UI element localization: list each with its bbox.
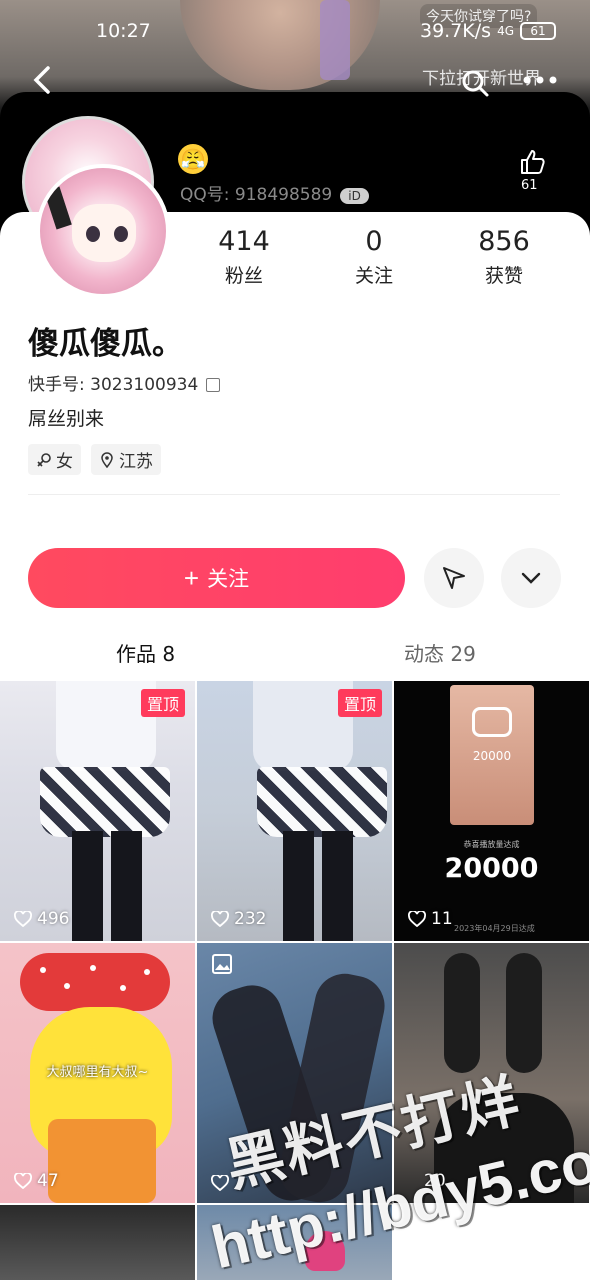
qq-number-text: QQ号: 918498589 [180,185,333,205]
follow-label: 关注 [207,568,250,591]
plaque-number: 20000 [472,749,512,763]
content-tabs: 作品 8 动态 29 [0,630,590,676]
mood-emoji-icon: 😤 [178,144,208,174]
thumb-up-button[interactable] [518,148,546,176]
like-count: 232 [211,909,266,929]
heart-icon [211,911,229,927]
more-icon [523,76,557,84]
avatar-eye [86,226,100,242]
heart-icon [14,911,32,927]
image-icon [212,954,232,974]
like-count-value: 232 [234,909,267,929]
share-button[interactable] [424,548,484,608]
plus-icon: + [183,563,200,593]
stat-label: 获赞 [484,265,523,287]
pinned-badge: 置顶 [337,689,382,717]
like-count-value: 496 [37,909,70,929]
gender-tag: 女 [28,444,81,475]
thumbnail-image [283,831,353,941]
like-count: 11 [408,909,453,929]
back-button[interactable] [30,64,60,100]
copy-icon[interactable] [206,378,221,392]
status-time: 10:27 [96,20,151,42]
gender-female-icon [37,452,51,467]
kuaishou-id-text: 快手号: 3023100934 [28,375,199,395]
video-thumbnail[interactable]: 置顶 496 [0,681,195,941]
heart-icon [14,1173,32,1189]
thumbnail-image [444,953,480,1073]
like-count-value: 47 [37,1171,59,1191]
location-tag: 江苏 [91,444,161,475]
signal-icon: 4G [497,24,514,38]
more-button[interactable] [522,66,562,96]
tab-works[interactable]: 作品 8 [116,638,175,667]
qq-number: QQ号: 918498589 iD [180,180,369,205]
avatar-detail [44,186,72,230]
divider [28,494,560,495]
thumbnail-image [48,1119,156,1203]
avatar-eye [114,226,128,242]
thumb-up-count: 61 [521,178,538,193]
profile-nickname: 傻瓜傻瓜。 [28,326,183,362]
thumbnail-image [257,767,387,837]
chevron-left-icon [33,66,50,94]
thumbnail-image [506,953,542,1073]
heart-icon [408,911,426,927]
stat-label: 粉丝 [224,265,263,287]
battery-icon: 61 [520,22,556,40]
stat-value: 856 [478,226,530,257]
video-thumbnail[interactable]: 20000 恭喜播放量达成 20000 2023年04月29日达成 11 [394,681,589,941]
thumbnail-image [72,831,142,941]
stat-label: 关注 [354,265,393,287]
profile-tags: 女 江苏 [28,444,161,475]
network-speed: 39.7K/s [419,20,492,42]
tab-moments[interactable]: 动态 29 [404,638,476,667]
stat-value: 0 [365,226,383,257]
like-count: 496 [14,909,69,929]
id-badge: iD [340,188,369,204]
video-thumbnail[interactable] [0,1205,195,1280]
search-icon [462,70,489,97]
kuaishou-id: 快手号: 3023100934 [28,370,221,395]
stat-likes[interactable]: 856 获赞 [454,226,554,288]
award-date: 2023年04月29日达成 [454,924,535,933]
play-icon [472,707,512,737]
send-icon [443,567,465,589]
gender-label: 女 [56,452,73,472]
location-label: 江苏 [119,452,153,472]
video-thumbnail[interactable]: 大叔哪里有大叔~ 47 [0,943,195,1203]
profile-bio: 屌丝别来 [28,408,105,430]
more-actions-button[interactable] [501,548,561,608]
avatar[interactable] [36,164,170,298]
video-thumbnail[interactable]: 置顶 232 [197,681,392,941]
thumbnail-image [40,767,170,837]
pinned-badge: 置顶 [140,689,185,717]
award-plaque-image: 20000 [450,685,534,825]
status-bar: 10:27 39.7K/s 4G 61 [0,14,590,50]
like-count: 47 [14,1171,59,1191]
stat-followers[interactable]: 414 粉丝 [194,226,294,288]
award-number: 20000 [444,853,539,884]
video-caption: 大叔哪里有大叔~ [46,1065,149,1080]
stat-value: 414 [218,226,270,257]
location-icon [101,451,113,468]
award-caption: 恭喜播放量达成 [463,840,520,849]
stat-following[interactable]: 0 关注 [324,226,424,288]
status-indicators: 39.7K/s 4G 61 [420,20,556,42]
profile-stats: 414 粉丝 0 关注 856 获赞 [180,226,580,296]
follow-button[interactable]: + 关注 [28,548,405,608]
chevron-down-icon [521,572,541,584]
thumb-up-icon [521,150,545,174]
search-button[interactable] [460,68,490,98]
like-count-value: 11 [431,909,453,929]
heart-icon [211,1175,229,1191]
thumbnail-image [20,953,170,1011]
